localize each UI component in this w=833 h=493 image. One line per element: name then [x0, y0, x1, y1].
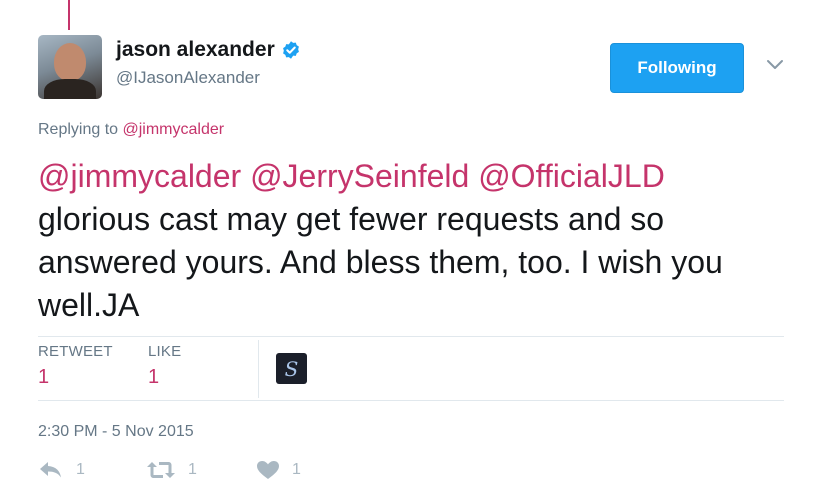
- retweet-stat[interactable]: RETWEET 1: [38, 343, 113, 389]
- heart-icon: [257, 461, 279, 479]
- like-stat-count: 1: [148, 366, 160, 388]
- retweet-stat-label: RETWEET: [38, 343, 113, 360]
- tweet-mentions[interactable]: @jimmycalder @JerrySeinfeld @OfficialJLD: [38, 158, 665, 194]
- tweet-body: glorious cast may get fewer requests and…: [38, 201, 723, 323]
- replying-to-link[interactable]: @jimmycalder: [123, 121, 225, 138]
- tweet-timestamp[interactable]: 2:30 PM - 5 Nov 2015: [38, 423, 194, 441]
- author-name[interactable]: jason alexander: [116, 38, 275, 62]
- like-action[interactable]: 1: [256, 460, 301, 480]
- reply-icon: [40, 462, 61, 478]
- replying-to-prefix: Replying to: [38, 121, 119, 138]
- stats-separator: [258, 340, 259, 398]
- like-count: 1: [292, 461, 301, 478]
- liker-avatar[interactable]: S: [276, 353, 307, 384]
- replying-to: Replying to @jimmycalder: [38, 121, 224, 139]
- author-name-row[interactable]: jason alexander: [116, 38, 301, 62]
- conversation-thread-line: [68, 0, 70, 30]
- retweet-icon: [147, 462, 175, 478]
- reply-action[interactable]: 1: [38, 460, 85, 480]
- like-stat-label: LIKE: [148, 343, 182, 360]
- tweet-text: @jimmycalder @JerrySeinfeld @OfficialJLD…: [38, 155, 798, 327]
- author-handle[interactable]: @IJasonAlexander: [116, 68, 260, 88]
- divider: [38, 400, 784, 401]
- avatar[interactable]: [38, 35, 102, 99]
- previous-tweet-actions-edge: [190, 0, 470, 4]
- reply-count: 1: [76, 461, 85, 478]
- like-stat[interactable]: LIKE 1: [148, 343, 181, 389]
- retweet-count: 1: [188, 461, 197, 478]
- following-button[interactable]: Following: [610, 43, 744, 93]
- retweet-stat-count: 1: [38, 366, 50, 388]
- divider: [38, 336, 784, 337]
- chevron-down-icon[interactable]: [765, 58, 785, 72]
- retweet-action[interactable]: 1: [146, 460, 197, 480]
- verified-badge-icon: [282, 41, 299, 59]
